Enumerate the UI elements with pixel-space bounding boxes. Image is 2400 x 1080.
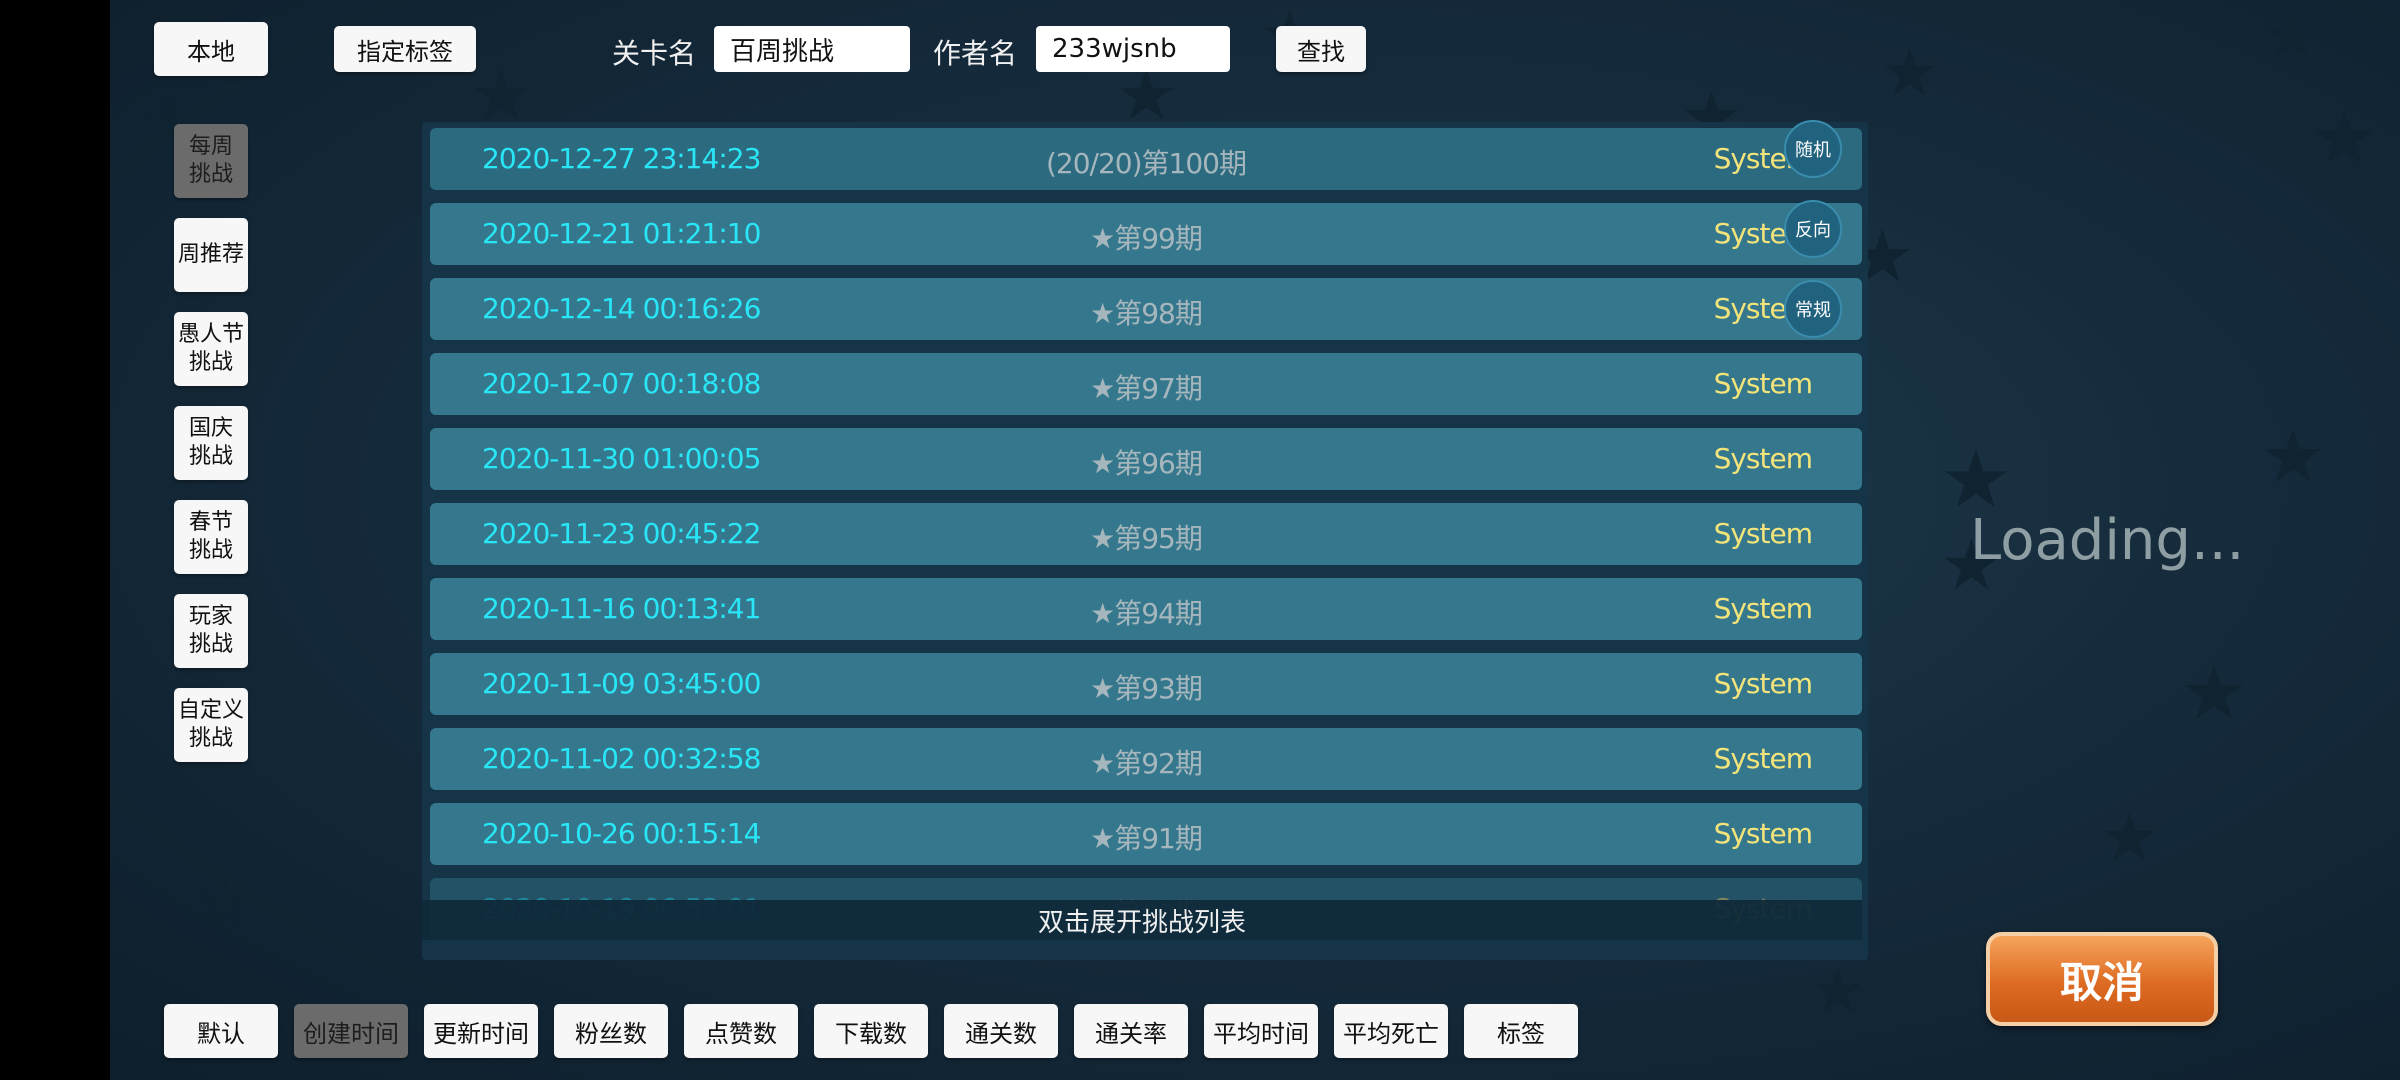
random-button[interactable]: 随机 (1784, 120, 1842, 178)
challenge-author: System (1713, 817, 1813, 850)
challenge-author: System (1713, 592, 1813, 625)
level-name-input[interactable]: 百周挑战 (714, 26, 910, 72)
challenge-author: System (1713, 442, 1813, 475)
challenge-row[interactable]: 2020-12-14 00:16:26 ★第98期 System (430, 278, 1862, 340)
specify-tag-button[interactable]: 指定标签 (334, 26, 476, 72)
challenge-title: ★第93期 (1090, 672, 1203, 705)
category-button[interactable]: 愚人节 挑战 (174, 312, 248, 386)
sort-button[interactable]: 点赞数 (684, 1004, 798, 1058)
challenge-title: ★第97期 (1090, 372, 1203, 405)
challenge-row[interactable]: 2020-11-23 00:45:22 ★第95期 System (430, 503, 1862, 565)
normal-button[interactable]: 常规 (1784, 280, 1842, 338)
challenge-row[interactable]: 2020-12-27 23:14:23 (20/20)第100期 System (430, 128, 1862, 190)
challenge-list[interactable]: 2020-12-27 23:14:23 (20/20)第100期 System 202… (422, 122, 1868, 960)
challenge-row[interactable]: 2020-11-16 00:13:41 ★第94期 System (430, 578, 1862, 640)
challenge-title: ★第92期 (1090, 747, 1203, 780)
sort-button[interactable]: 更新时间 (424, 1004, 538, 1058)
challenge-title: ★第95期 (1090, 522, 1203, 555)
star-decoration: ★ (2100, 799, 2160, 876)
star-decoration: ★ (195, 864, 255, 941)
challenge-title: ★第91期 (1090, 822, 1203, 855)
challenge-title: ★第99期 (1090, 222, 1203, 255)
search-button[interactable]: 查找 (1276, 26, 1366, 72)
challenge-author: System (1713, 517, 1813, 550)
star-decoration: ★ (1810, 954, 1866, 1027)
challenge-title: ★第96期 (1090, 447, 1203, 480)
sort-button[interactable]: 通关率 (1074, 1004, 1188, 1058)
category-button[interactable]: 周推荐 (174, 218, 248, 292)
sort-button[interactable]: 创建时间 (294, 1004, 408, 1058)
challenge-row[interactable]: 2020-12-21 01:21:10 ★第99期 System (430, 203, 1862, 265)
author-name-label: 作者名 (933, 37, 1018, 70)
star-decoration: ★ (2240, 934, 2300, 1011)
sort-button[interactable]: 平均时间 (1204, 1004, 1318, 1058)
sort-button[interactable]: 通关数 (944, 1004, 1058, 1058)
sort-button[interactable]: 默认 (164, 1004, 278, 1058)
challenge-row[interactable]: 2020-12-07 00:18:08 ★第97期 System (430, 353, 1862, 415)
star-decoration: ★ (2310, 93, 2379, 182)
category-button[interactable]: 春节 挑战 (174, 500, 248, 574)
loading-text: Loading... (1970, 508, 2245, 573)
sort-button[interactable]: 下载数 (814, 1004, 928, 1058)
challenge-row[interactable]: 2020-11-30 01:00:05 ★第96期 System (430, 428, 1862, 490)
challenge-title: ★第94期 (1090, 597, 1203, 630)
game-screen: ★ ★ ★ ★ ★ ★ ★ ★ ★ ★ ★ ★ ★ ★ ★ ★ ★ 本地 指定标… (110, 0, 2400, 1080)
sort-button[interactable]: 平均死亡 (1334, 1004, 1448, 1058)
level-name-label: 关卡名 (612, 37, 697, 70)
challenge-row[interactable]: 2020-10-26 00:15:14 ★第91期 System (430, 803, 1862, 865)
sort-button[interactable]: 粉丝数 (554, 1004, 668, 1058)
challenge-author: System (1713, 742, 1813, 775)
challenge-row[interactable]: 2020-11-02 00:32:58 ★第92期 System (430, 728, 1862, 790)
challenge-author: System (1713, 667, 1813, 700)
expand-list-hint[interactable]: 双击展开挑战列表 (422, 900, 1862, 940)
star-decoration: ★ (2180, 648, 2249, 737)
challenge-author: System (1713, 367, 1813, 400)
category-button[interactable]: 每周 挑战 (174, 124, 248, 198)
category-button[interactable]: 国庆 挑战 (174, 406, 248, 480)
category-button[interactable]: 自定义 挑战 (174, 688, 248, 762)
star-decoration: ★ (2260, 0, 2323, 76)
star-decoration: ★ (1880, 34, 1940, 111)
category-button[interactable]: 玩家 挑战 (174, 594, 248, 668)
challenge-title: ★第98期 (1090, 297, 1203, 330)
cancel-button[interactable]: 取消 (1986, 932, 2218, 1026)
star-decoration: ★ (2260, 414, 2327, 500)
star-decoration: ★ (470, 54, 533, 136)
reverse-button[interactable]: 反向 (1784, 200, 1842, 258)
sort-button[interactable]: 标签 (1464, 1004, 1578, 1058)
local-button[interactable]: 本地 (154, 22, 268, 76)
author-name-input[interactable]: 233wjsnb (1036, 26, 1230, 72)
challenge-title: (20/20)第100期 (1046, 147, 1247, 180)
challenge-row[interactable]: 2020-11-09 03:45:00 ★第93期 System (430, 653, 1862, 715)
